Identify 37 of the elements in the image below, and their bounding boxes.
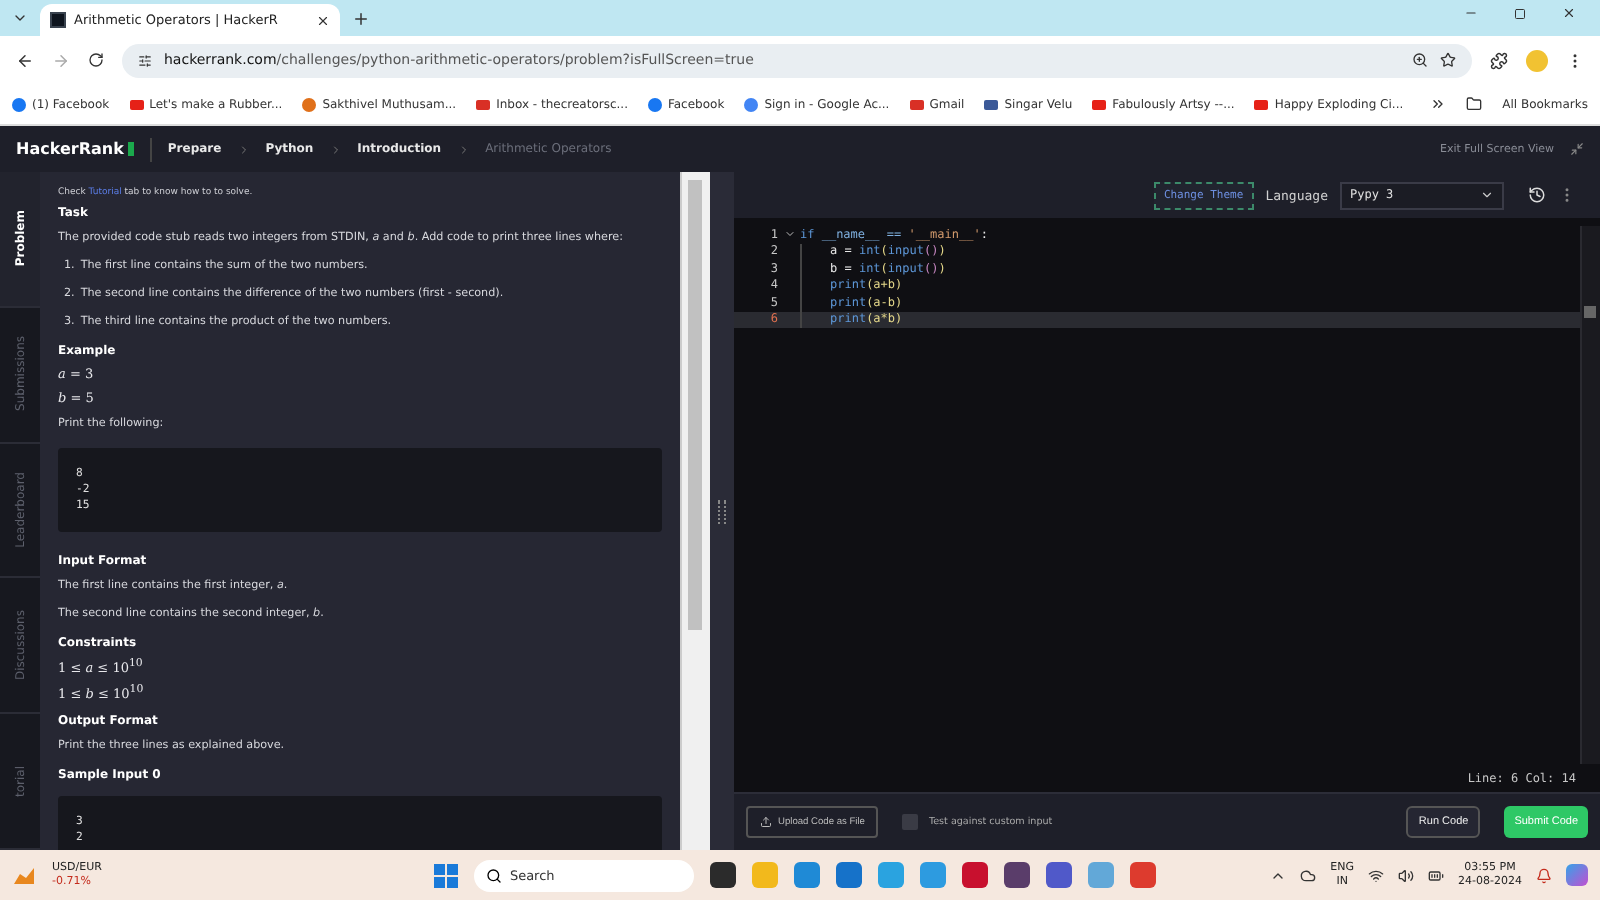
search-icon xyxy=(485,867,502,883)
star-icon[interactable] xyxy=(1440,52,1456,68)
maximize-icon[interactable] xyxy=(1514,6,1526,20)
minimize-icon[interactable] xyxy=(1570,142,1584,156)
chevron-icon xyxy=(457,143,470,155)
more-bookmarks-icon[interactable] xyxy=(1430,96,1447,112)
scrollbar-thumb[interactable] xyxy=(688,180,702,630)
history-icon[interactable] xyxy=(1528,186,1546,204)
logo[interactable]: HackerRank xyxy=(16,140,134,158)
battery-icon[interactable] xyxy=(1428,867,1445,883)
copilot-icon[interactable] xyxy=(1566,864,1588,886)
back-icon[interactable] xyxy=(16,51,34,69)
tab-list-icon[interactable] xyxy=(12,10,28,26)
app-icon[interactable] xyxy=(1003,862,1030,888)
reload-icon[interactable] xyxy=(88,52,104,68)
scrollbar[interactable] xyxy=(1580,226,1600,764)
puzzle-icon[interactable] xyxy=(1490,51,1508,69)
close-icon[interactable] xyxy=(316,13,330,27)
cloud-icon[interactable] xyxy=(1300,867,1317,883)
chevron-icon xyxy=(237,143,250,155)
bell-icon[interactable] xyxy=(1536,867,1552,883)
wifi-icon[interactable] xyxy=(1368,867,1385,883)
folder-icon xyxy=(1466,96,1483,112)
upload-icon xyxy=(760,816,772,828)
site-settings-icon[interactable] xyxy=(138,53,152,67)
chevron-icon xyxy=(329,143,342,155)
new-tab-icon[interactable] xyxy=(352,9,370,27)
checkbox[interactable] xyxy=(902,814,919,830)
app-icon[interactable] xyxy=(709,862,736,888)
zoom-icon[interactable] xyxy=(1412,52,1428,68)
close-icon[interactable] xyxy=(1562,6,1576,20)
volume-icon[interactable] xyxy=(1398,867,1415,883)
caret-icon xyxy=(1480,188,1494,202)
favicon-icon xyxy=(50,12,66,28)
windows-icon[interactable] xyxy=(433,863,458,887)
minimize-icon[interactable] xyxy=(1464,6,1478,20)
fold-icon[interactable] xyxy=(784,228,796,241)
